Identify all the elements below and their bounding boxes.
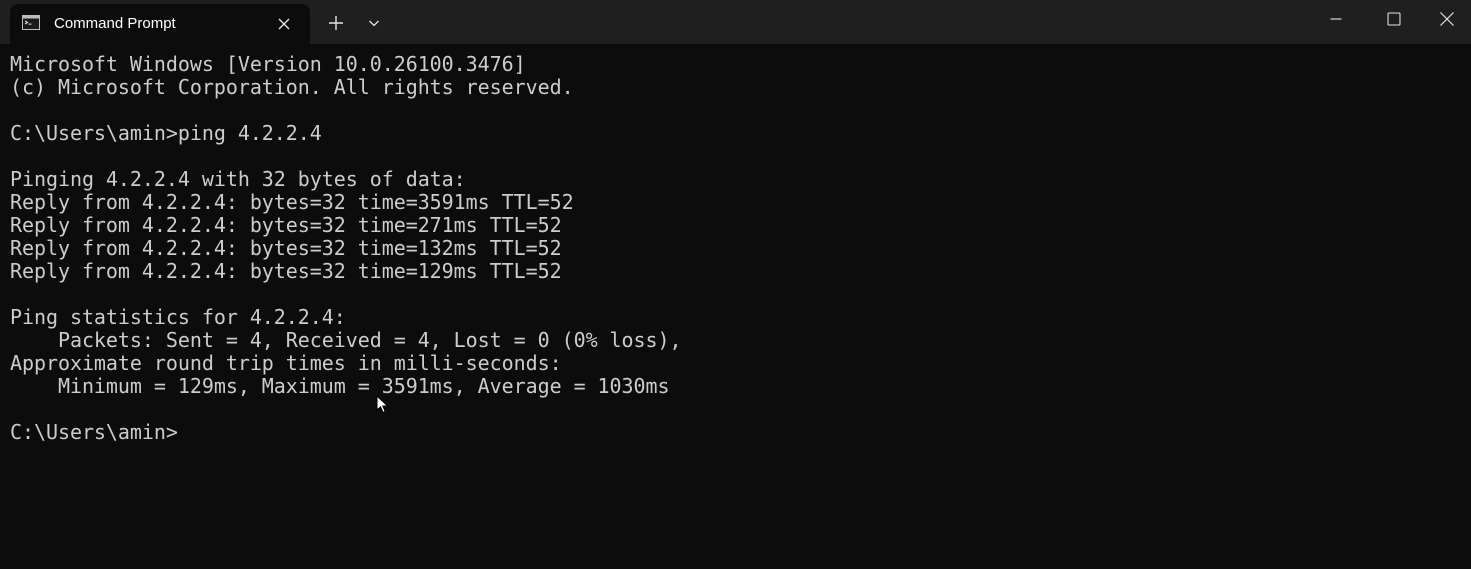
close-tab-icon[interactable]: [274, 14, 294, 34]
cmd-icon: [22, 15, 40, 30]
output-line: Reply from 4.2.2.4: bytes=32 time=129ms …: [10, 259, 562, 283]
maximize-button[interactable]: [1365, 0, 1423, 38]
output-line: Reply from 4.2.2.4: bytes=32 time=271ms …: [10, 213, 562, 237]
terminal-window: Command Prompt Microsoft Windows [Versio…: [0, 0, 1471, 569]
minimize-icon: [1330, 18, 1342, 20]
output-line: Microsoft Windows [Version 10.0.26100.34…: [10, 52, 526, 76]
command-line: C:\Users\amin>ping 4.2.2.4: [10, 121, 322, 145]
new-tab-button[interactable]: [324, 11, 348, 35]
prompt-line[interactable]: C:\Users\amin>: [10, 421, 1460, 444]
mouse-pointer-icon: [376, 394, 390, 415]
close-window-button[interactable]: [1423, 0, 1471, 38]
output-line: Ping statistics for 4.2.2.4:: [10, 305, 346, 329]
output-line: Pinging 4.2.2.4 with 32 bytes of data:: [10, 167, 466, 191]
terminal-output[interactable]: Microsoft Windows [Version 10.0.26100.34…: [10, 53, 1460, 444]
tab-title: Command Prompt: [54, 15, 176, 32]
chevron-down-icon: [369, 20, 379, 27]
output-line: (c) Microsoft Corporation. All rights re…: [10, 75, 574, 99]
tab-command-prompt[interactable]: Command Prompt: [10, 4, 310, 44]
output-line: Approximate round trip times in milli-se…: [10, 351, 562, 375]
output-line: Minimum = 129ms, Maximum = 3591ms, Avera…: [10, 374, 670, 398]
tab-dropdown-button[interactable]: [364, 13, 384, 33]
output-line: Packets: Sent = 4, Received = 4, Lost = …: [10, 328, 682, 352]
maximize-icon: [1387, 12, 1401, 26]
title-bar[interactable]: Command Prompt: [0, 0, 1471, 44]
output-line: Reply from 4.2.2.4: bytes=32 time=3591ms…: [10, 190, 574, 214]
plus-icon: [329, 16, 343, 30]
close-icon: [1440, 12, 1454, 26]
minimize-button[interactable]: [1307, 0, 1365, 38]
output-line: Reply from 4.2.2.4: bytes=32 time=132ms …: [10, 236, 562, 260]
